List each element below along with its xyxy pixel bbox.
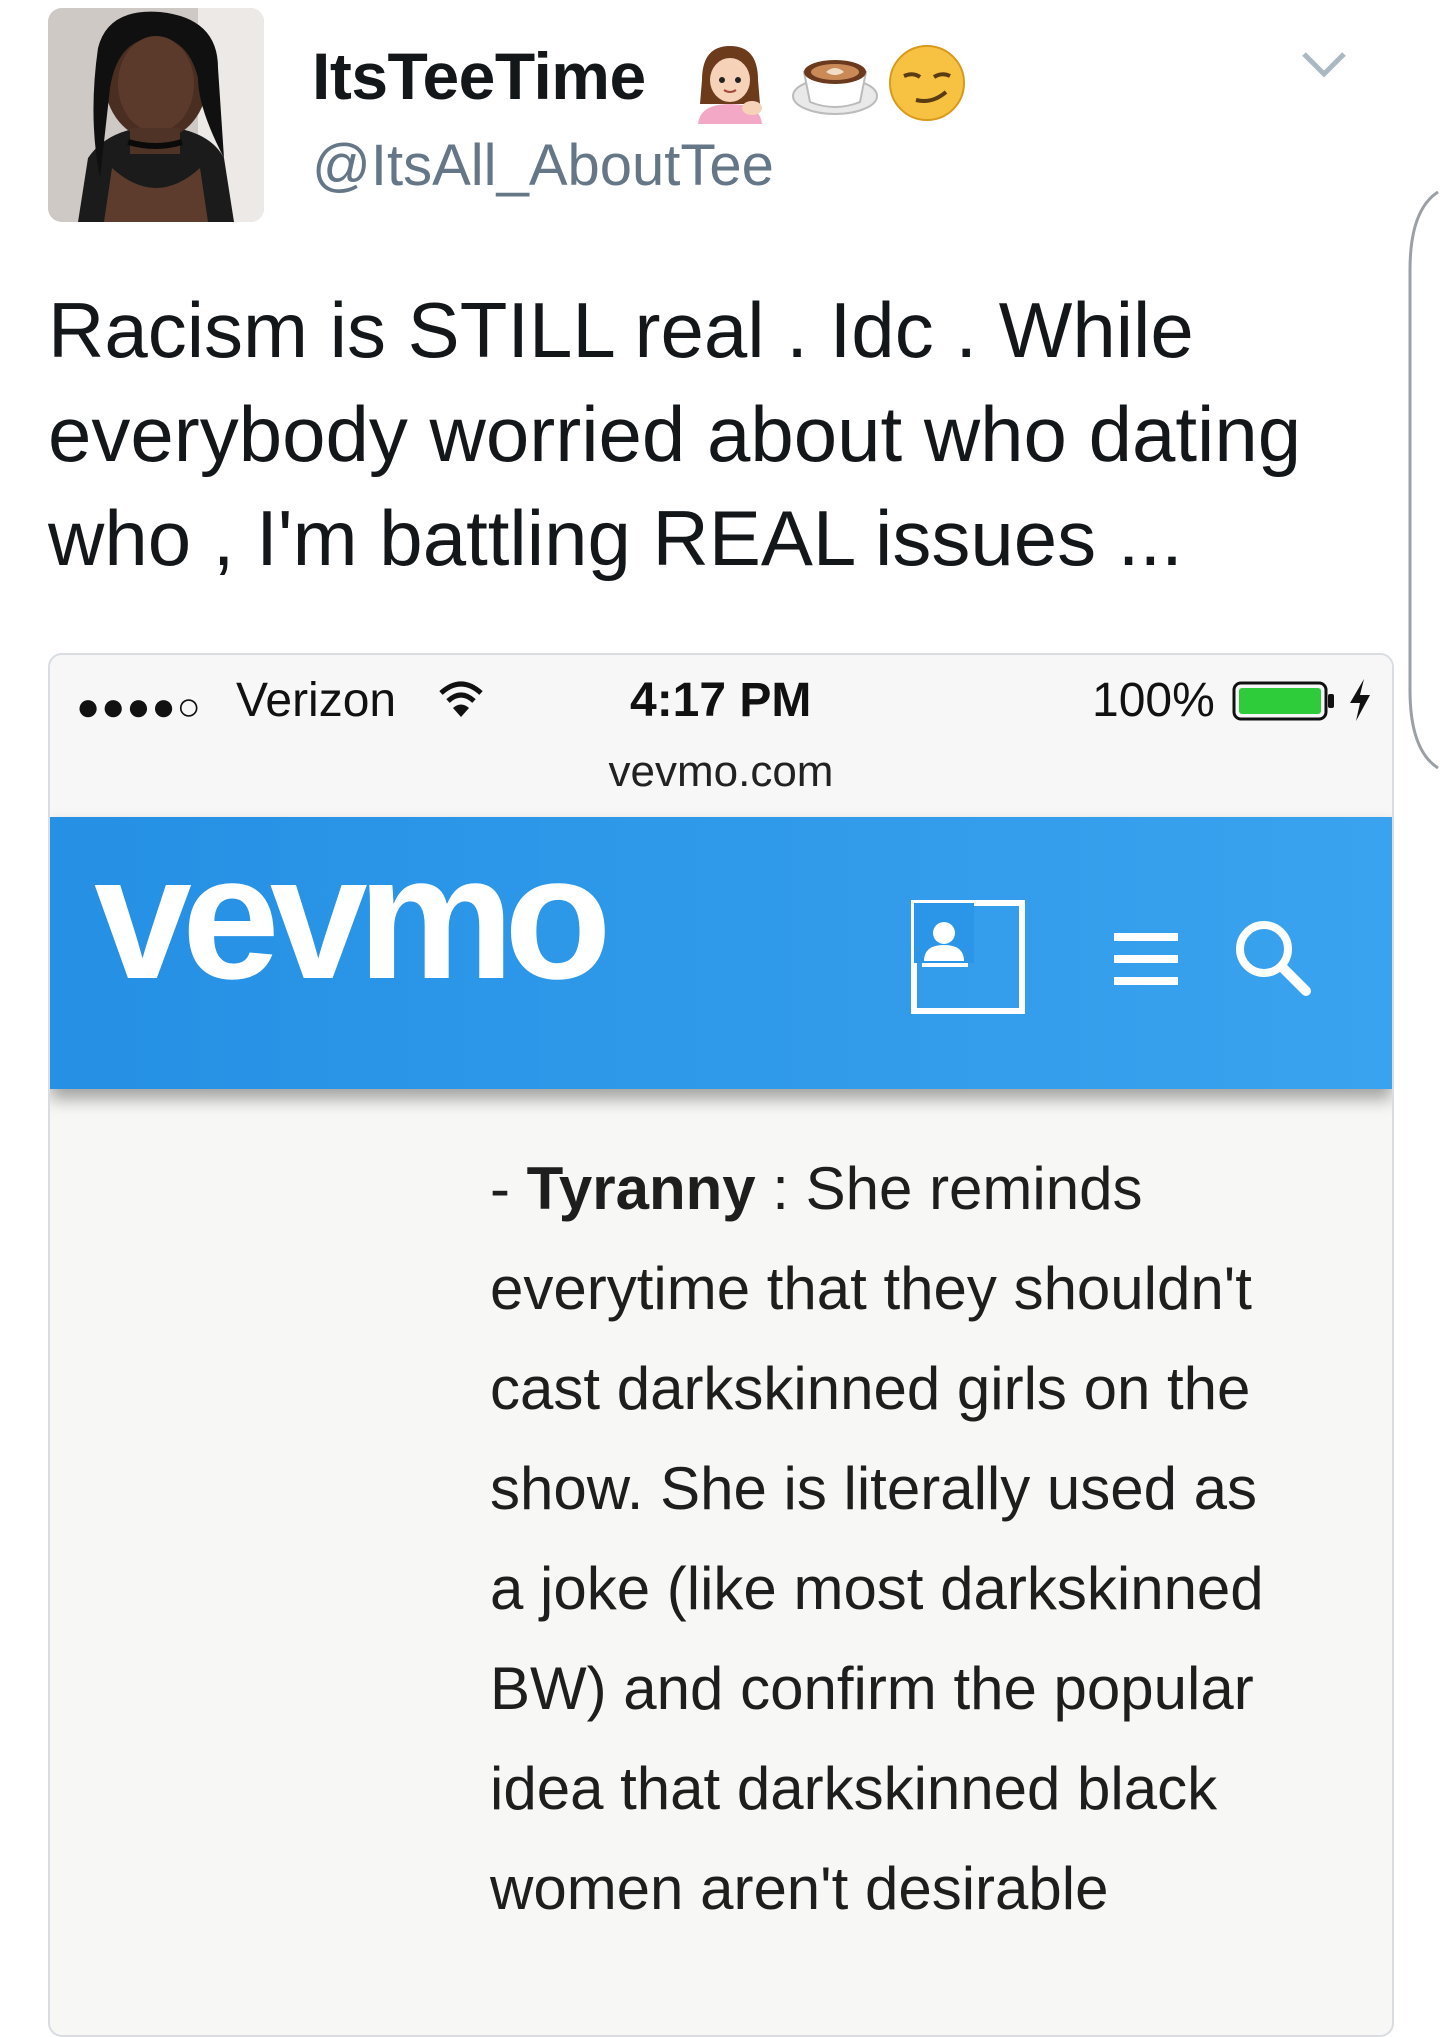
carrier-label: Verizon — [236, 674, 397, 727]
article-text: - Tyranny : She reminds everytime that t… — [490, 1139, 1290, 1939]
user-handle[interactable]: @ItsAll_AboutTee — [312, 132, 774, 199]
avatar-photo — [48, 8, 264, 222]
signal-strength: ●●●●○ — [76, 685, 202, 729]
menu-icon[interactable] — [1110, 927, 1182, 991]
chevron-down-icon[interactable] — [1300, 50, 1348, 80]
scroll-edge-indicator — [1408, 190, 1439, 770]
phone-status-bar: ●●●●○ Verizon 4:17 PM 100% vevmo.com — [50, 655, 1392, 817]
coffee-latte-emoji — [792, 60, 878, 115]
tweet-text: Racism is STILL real . Idc . While every… — [48, 286, 1302, 582]
battery-percentage: 100% — [1092, 674, 1215, 727]
site-header: vevmo — [50, 817, 1392, 1089]
smirking-face-emoji — [889, 45, 965, 121]
embedded-screenshot[interactable]: ●●●●○ Verizon 4:17 PM 100% vevmo.com vev… — [48, 653, 1394, 2037]
clock: 4:17 PM — [630, 674, 812, 727]
search-icon[interactable] — [1230, 915, 1314, 999]
article-term: Tyranny — [526, 1155, 756, 1222]
battery-icon — [1232, 681, 1334, 721]
charging-icon — [1350, 679, 1370, 721]
url-bar[interactable]: vevmo.com — [50, 747, 1392, 797]
display-name[interactable]: ItsTeeTime — [312, 38, 646, 114]
wifi-icon — [439, 681, 483, 717]
avatar[interactable] — [48, 8, 264, 222]
woman-tipping-hand-emoji — [698, 46, 762, 124]
article-body: : She reminds everytime that they should… — [490, 1155, 1264, 1922]
profile-icon[interactable] — [910, 899, 1026, 1015]
site-logo[interactable]: vevmo — [94, 813, 612, 1023]
article-lead: - — [490, 1155, 527, 1222]
